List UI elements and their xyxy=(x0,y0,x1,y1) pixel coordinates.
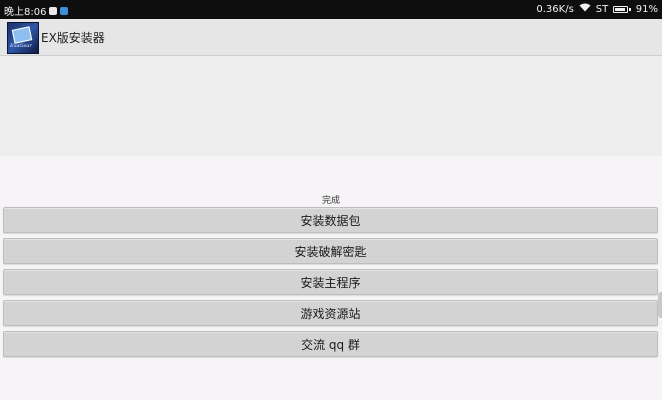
network-speed: 0.36K/s xyxy=(536,3,574,15)
battery-icon xyxy=(613,5,631,13)
edge-scroll-handle[interactable] xyxy=(658,292,662,318)
content-header-area xyxy=(0,56,662,156)
status-bar-left: 晚上8:06 xyxy=(4,3,69,18)
qq-icon xyxy=(60,6,69,15)
app-title: EX版安装器 xyxy=(41,31,105,45)
app-logo-icon[interactable]: ExaGear xyxy=(7,22,39,54)
status-bar-right: 0.36K/s ST 91% xyxy=(536,3,658,15)
status-bar: 晚上8:06 0.36K/s ST 91% xyxy=(0,0,662,19)
qq-group-button[interactable]: 交流 qq 群 xyxy=(3,331,658,357)
install-crack-key-button[interactable]: 安装破解密匙 xyxy=(3,238,658,264)
app-logo-text: ExaGear xyxy=(10,43,32,49)
install-status-label: 完成 xyxy=(321,196,340,206)
install-main-program-button[interactable]: 安装主程序 xyxy=(3,269,658,295)
notification-icon xyxy=(49,6,58,15)
install-data-package-button[interactable]: 安装数据包 xyxy=(3,207,658,233)
action-bar: ExaGear EX版安装器 xyxy=(0,19,662,56)
status-time: 晚上8:06 xyxy=(4,7,47,18)
battery-percent: 91% xyxy=(635,3,658,15)
carrier-label: ST xyxy=(595,3,609,15)
wifi-icon xyxy=(579,3,591,15)
decorative-wave-divider xyxy=(0,148,662,162)
game-resource-site-button[interactable]: 游戏资源站 xyxy=(3,300,658,326)
